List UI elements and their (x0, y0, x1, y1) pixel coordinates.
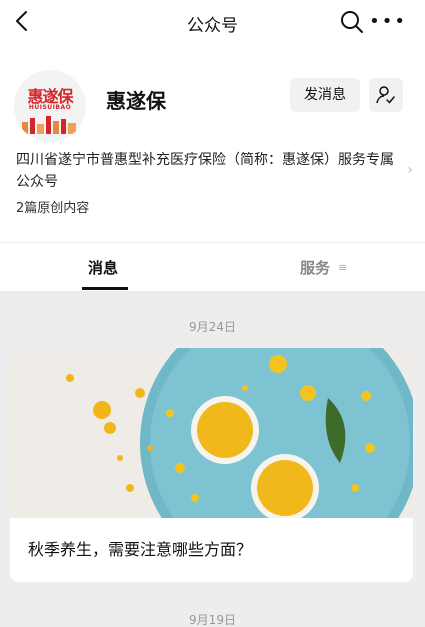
chevron-right-icon[interactable]: › (407, 162, 413, 178)
original-content-count[interactable]: 2篇原创内容 (16, 197, 89, 216)
skyline-graphic (22, 116, 76, 134)
send-message-button[interactable]: 发消息 (290, 78, 360, 112)
message-date-2: 9月19日 (189, 613, 236, 627)
active-tab-indicator (82, 287, 128, 290)
more-options-icon[interactable]: ••• (369, 13, 407, 31)
message-date: 9月24日 (189, 320, 236, 334)
search-icon[interactable] (339, 9, 365, 35)
top-bar: 公众号 ••• (0, 0, 425, 44)
logo-subtitle: HUISUIBAO (28, 104, 72, 111)
user-check-icon (376, 86, 395, 104)
account-profile: 惠遂保 HUISUIBAO 惠遂保 发消息 四川省遂宁市普惠型补充医疗保险（简称… (0, 44, 425, 242)
tab-bar: 消息 服务 ≡ (0, 242, 425, 291)
tab-messages[interactable]: 消息 (88, 257, 118, 278)
account-name: 惠遂保 (106, 89, 166, 113)
article-card[interactable]: 秋季养生，需要注意哪些方面？ (10, 348, 413, 582)
menu-lines-icon: ≡ (338, 261, 348, 274)
follow-button[interactable] (369, 78, 403, 112)
account-logo[interactable]: 惠遂保 HUISUIBAO (14, 70, 86, 142)
article-title[interactable]: 秋季养生，需要注意哪些方面？ (28, 536, 252, 560)
account-description[interactable]: 四川省遂宁市普惠型补充医疗保险（简称：惠遂保）服务专属公众号 (16, 149, 396, 193)
tab-services[interactable]: 服务 (300, 257, 330, 278)
article-cover-image (10, 348, 413, 518)
